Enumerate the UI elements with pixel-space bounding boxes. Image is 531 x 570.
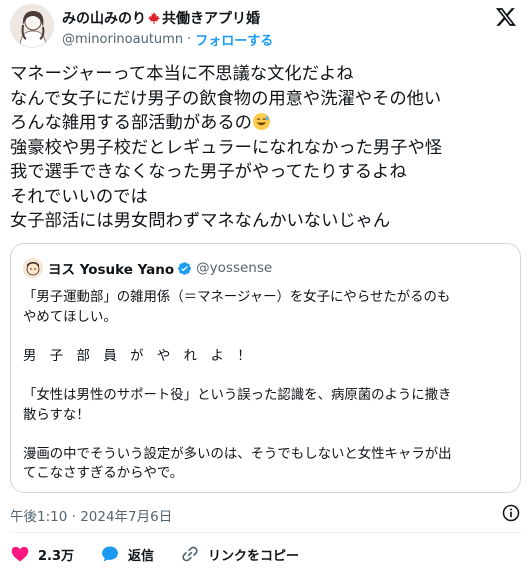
copy-link-label: リンクをコピー [208, 548, 300, 564]
reply-button[interactable]: 返信 [100, 544, 154, 564]
quoted-paragraph: 漫画の中でそういう設定が多いのは、そうでもしないと女性キャラが出 てこなさすぎる… [23, 446, 452, 482]
verified-badge-icon [178, 261, 192, 275]
tweet-actions: 2.3万 返信 リンクをコピー [10, 542, 325, 566]
tweet-text: マネージャーって本当に不思議な文化だよね なんで女子にだけ男子の飲食物の用意や洗… [10, 62, 525, 234]
quoted-author-avatar [23, 258, 43, 278]
quoted-tweet-header: ヨス Yosuke Yano @yossense [23, 258, 272, 278]
tweet-line: 女子部活には男女問わずマネなんかいないじゃん [10, 211, 391, 231]
tweet-line: なんで女子にだけ男子の飲食物の用意や洗濯やその他い [10, 88, 442, 109]
quoted-tweet-text: 「男子運動部」の雑用係（＝マネージャー）を女子にやらせたがるのも やめてほしい。… [23, 288, 513, 484]
quoted-tweet-card[interactable]: ヨス Yosuke Yano @yossense 「男子運動部」の雑用係（＝マネ… [10, 243, 521, 493]
tweet-header: みの山みのり 共働きアプリ婚 @minorinoautumn · フォローする [10, 4, 521, 52]
like-button[interactable]: 2.3万 [10, 544, 74, 564]
author-display-name[interactable]: みの山みのり [62, 8, 146, 28]
tweet-timestamp[interactable]: 午後1:10 · 2024年7月6日 [10, 505, 172, 525]
quoted-author-name: ヨス Yosuke Yano [48, 262, 175, 278]
like-count: 2.3万 [38, 548, 75, 564]
info-icon[interactable] [501, 503, 521, 523]
heart-icon [11, 546, 29, 562]
divider [10, 532, 521, 533]
link-icon [182, 546, 198, 562]
tweet-line: 強豪校や男子校だとレギュラーになれなかった男子や怪 [10, 137, 443, 158]
sweat-smile-emoji-icon [252, 112, 271, 131]
reply-bubble-icon [102, 546, 118, 562]
quoted-paragraph: 「女性は男性のサポート役」という誤った認識を、病原菌のように撒き 散らすな！ [23, 387, 452, 423]
quoted-author-handle: @yossense [196, 260, 273, 276]
reply-label: 返信 [128, 548, 155, 564]
quoted-paragraph: 男 子 部 員 が や れ よ ！ [23, 348, 251, 364]
quoted-paragraph: 「男子運動部」の雑用係（＝マネージャー）を女子にやらせたがるのも やめてほしい。 [23, 290, 451, 325]
tweet-line: ろんな雑用する部活動があるの [10, 113, 252, 133]
copy-link-button[interactable]: リンクをコピー [180, 544, 299, 564]
author-display-name-suffix[interactable]: 共働きアプリ婚 [162, 8, 260, 28]
author-handle-row: @minorinoautumn · フォローする [62, 30, 273, 49]
maple-leaf-icon [147, 11, 161, 25]
x-logo-icon[interactable] [495, 6, 517, 28]
author-avatar[interactable] [10, 4, 54, 48]
author-handle[interactable]: @minorinoautumn [62, 32, 183, 47]
tweet-line: 我で選手できなくなった男子がやってたりするよね [10, 162, 407, 182]
separator-dot: · [187, 31, 192, 47]
tweet-line: それでいいのでは [10, 186, 148, 207]
author-name-row[interactable]: みの山みのり 共働きアプリ婚 [62, 8, 260, 28]
tweet-line: マネージャーって本当に不思議な文化だよね [10, 64, 354, 84]
follow-button[interactable]: フォローする [195, 30, 273, 49]
